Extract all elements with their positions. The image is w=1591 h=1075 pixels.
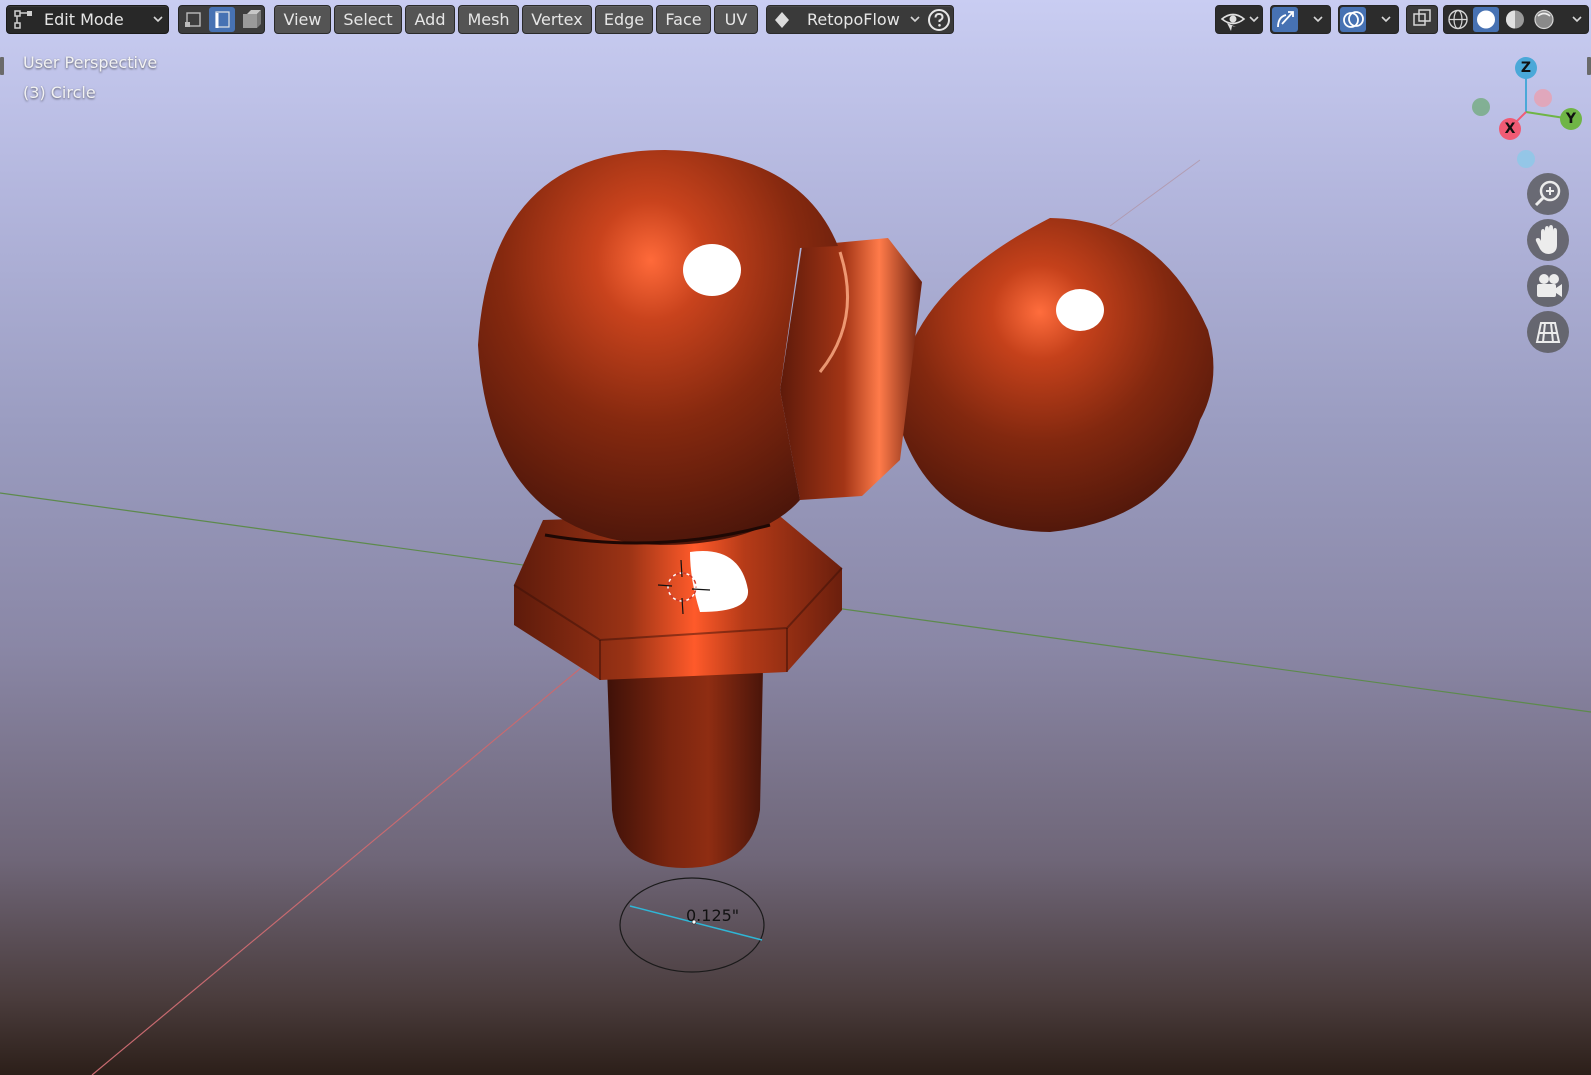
brush-size-label: 0.125" bbox=[686, 906, 740, 925]
menu-select[interactable]: Select bbox=[334, 5, 402, 34]
menu-edge[interactable]: Edge bbox=[595, 5, 653, 34]
viewport-header: Edit Mode View Select Add Mesh Vertex Ed… bbox=[0, 0, 1591, 40]
menu-view[interactable]: View bbox=[274, 5, 331, 34]
stem-mesh bbox=[607, 668, 763, 868]
help-icon[interactable] bbox=[927, 8, 951, 32]
solid-shading-icon bbox=[1477, 10, 1495, 29]
menu-uv[interactable]: UV bbox=[714, 5, 758, 34]
vertex-select-button[interactable] bbox=[181, 7, 207, 32]
rendered-shading-button[interactable] bbox=[1531, 7, 1557, 32]
view-name-label: User Perspective bbox=[23, 53, 158, 72]
menu-face[interactable]: Face bbox=[656, 5, 711, 34]
chevron-down-icon bbox=[153, 16, 163, 23]
mode-dropdown[interactable]: Edit Mode bbox=[6, 5, 169, 34]
chevron-down-icon bbox=[910, 16, 920, 23]
gizmo-toggle-button[interactable] bbox=[1272, 7, 1298, 32]
x-axis-line bbox=[91, 651, 601, 1075]
overlay-icon bbox=[1343, 11, 1364, 28]
select-mode-group bbox=[178, 5, 265, 34]
xray-icon bbox=[1413, 9, 1431, 26]
toolbar-edge-tab[interactable] bbox=[0, 57, 4, 75]
big-sphere-mesh bbox=[478, 150, 838, 545]
gizmo-x-label: X bbox=[1504, 121, 1516, 137]
wireframe-shading-icon bbox=[1448, 9, 1468, 30]
gizmo-x-axis[interactable]: X bbox=[1499, 118, 1521, 140]
menu-vertex[interactable]: Vertex bbox=[522, 5, 592, 34]
neck-mesh bbox=[780, 238, 922, 500]
overlay-toggle-group bbox=[1338, 5, 1399, 34]
solid-shading-button[interactable] bbox=[1473, 7, 1499, 32]
shading-mode-group bbox=[1443, 5, 1589, 34]
navigation-gizmo[interactable] bbox=[1472, 68, 1572, 168]
material-shading-button[interactable] bbox=[1502, 7, 1528, 32]
edge-select-button[interactable] bbox=[209, 7, 235, 32]
chevron-down-icon bbox=[1249, 16, 1259, 23]
zoom-icon bbox=[1534, 180, 1561, 207]
wireframe-shading-button[interactable] bbox=[1445, 7, 1471, 32]
gizmo-icon bbox=[1277, 11, 1294, 28]
edit-mode-icon bbox=[14, 10, 32, 29]
3d-viewport[interactable]: Z Y X User Perspective (3) Circle 0.125" bbox=[0, 0, 1591, 1075]
material-shading-icon bbox=[1506, 10, 1524, 29]
gizmo-z-axis[interactable]: Z bbox=[1515, 57, 1537, 79]
object-info-label: (3) Circle bbox=[23, 83, 96, 102]
ortho-toggle-button[interactable] bbox=[1527, 311, 1569, 353]
edge-select-icon bbox=[215, 11, 230, 28]
ortho-grid-icon bbox=[1535, 322, 1561, 343]
sidebar-edge-tab[interactable] bbox=[1587, 57, 1591, 75]
small-sphere-mesh bbox=[897, 218, 1214, 532]
camera-icon bbox=[1537, 274, 1562, 297]
zoom-button[interactable] bbox=[1527, 173, 1569, 215]
visibility-icon bbox=[1220, 13, 1246, 31]
vertex-select-icon bbox=[185, 12, 201, 27]
pan-hand-icon bbox=[1535, 225, 1557, 254]
gizmo-y-label: Y bbox=[1565, 111, 1577, 127]
chevron-down-icon[interactable] bbox=[1381, 14, 1391, 24]
scene-render bbox=[0, 68, 1591, 1075]
face-select-icon bbox=[243, 10, 261, 28]
xray-toggle-button[interactable] bbox=[1406, 5, 1438, 34]
camera-view-button[interactable] bbox=[1527, 265, 1569, 307]
visibility-dropdown[interactable] bbox=[1215, 5, 1263, 34]
chevron-down-icon[interactable] bbox=[1313, 14, 1323, 24]
mode-label: Edit Mode bbox=[44, 10, 124, 29]
gizmo-y-axis[interactable]: Y bbox=[1560, 108, 1582, 130]
retopoflow-dropdown[interactable]: RetopoFlow bbox=[766, 5, 954, 34]
gizmo-z-label: Z bbox=[1520, 60, 1532, 76]
pan-button[interactable] bbox=[1527, 219, 1569, 261]
overlay-toggle-button[interactable] bbox=[1340, 7, 1366, 32]
gizmo-toggle-group bbox=[1270, 5, 1331, 34]
chevron-down-icon[interactable] bbox=[1572, 14, 1582, 24]
menu-mesh[interactable]: Mesh bbox=[458, 5, 519, 34]
retopoflow-icon bbox=[775, 12, 789, 28]
retopoflow-label: RetopoFlow bbox=[807, 10, 900, 29]
face-select-button[interactable] bbox=[237, 7, 263, 32]
brush-cursor bbox=[619, 877, 765, 973]
rendered-shading-icon bbox=[1534, 9, 1554, 30]
menu-add[interactable]: Add bbox=[405, 5, 455, 34]
